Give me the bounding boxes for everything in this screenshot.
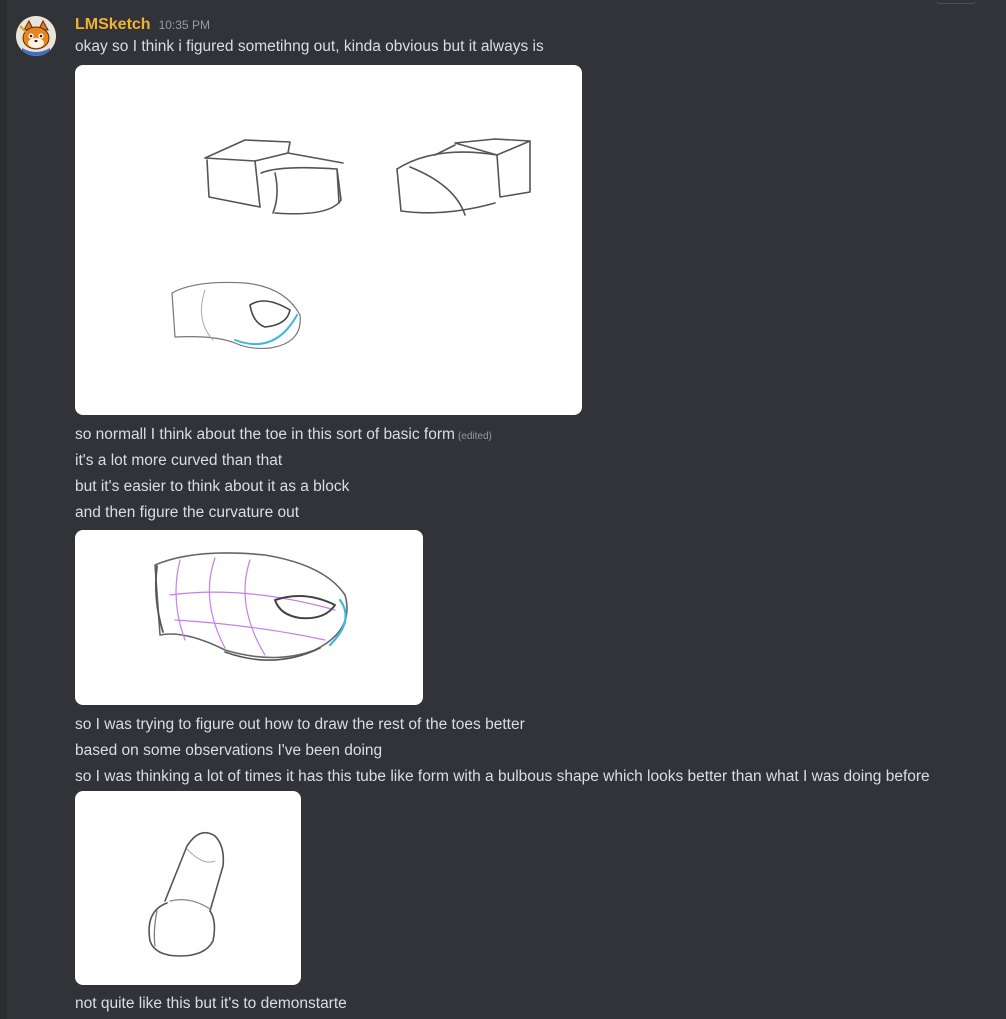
message-line: and then figure the curvature out bbox=[75, 504, 300, 521]
message-line: but it's easier to think about it as a b… bbox=[75, 478, 350, 495]
image-attachment-curved-toe[interactable] bbox=[75, 530, 423, 705]
message-line: so I was thinking a lot of times it has … bbox=[75, 768, 930, 785]
user-avatar[interactable] bbox=[16, 16, 56, 56]
message-line: based on some observations I've been doi… bbox=[75, 742, 383, 759]
message-line: it's a lot more curved than that bbox=[75, 452, 283, 469]
image-attachment-tube-toe[interactable] bbox=[75, 791, 301, 985]
sketch-image bbox=[171, 138, 531, 350]
message-line: okay so I think i figured sometihng out,… bbox=[75, 38, 544, 55]
sketch-image bbox=[154, 552, 348, 661]
fox-avatar-icon bbox=[16, 16, 56, 56]
message-text: so normall I think about the toe in this… bbox=[75, 426, 455, 443]
username[interactable]: LMSketch bbox=[75, 16, 151, 34]
message-line: not quite like this but it's to demonsta… bbox=[75, 995, 347, 1012]
edited-label: (edited) bbox=[457, 431, 492, 442]
message-line-edited: so normall I think about the toe in this… bbox=[75, 425, 492, 447]
message-header: LMSketch 10:35 PM bbox=[75, 16, 210, 36]
message-timestamp: 10:35 PM bbox=[158, 18, 210, 32]
previous-message-edge bbox=[936, 0, 976, 4]
channel-edge bbox=[0, 0, 7, 1019]
message-line: so I was trying to figure out how to dra… bbox=[75, 716, 525, 733]
sketch-image bbox=[148, 831, 225, 957]
image-attachment-block-toes[interactable] bbox=[75, 65, 582, 415]
